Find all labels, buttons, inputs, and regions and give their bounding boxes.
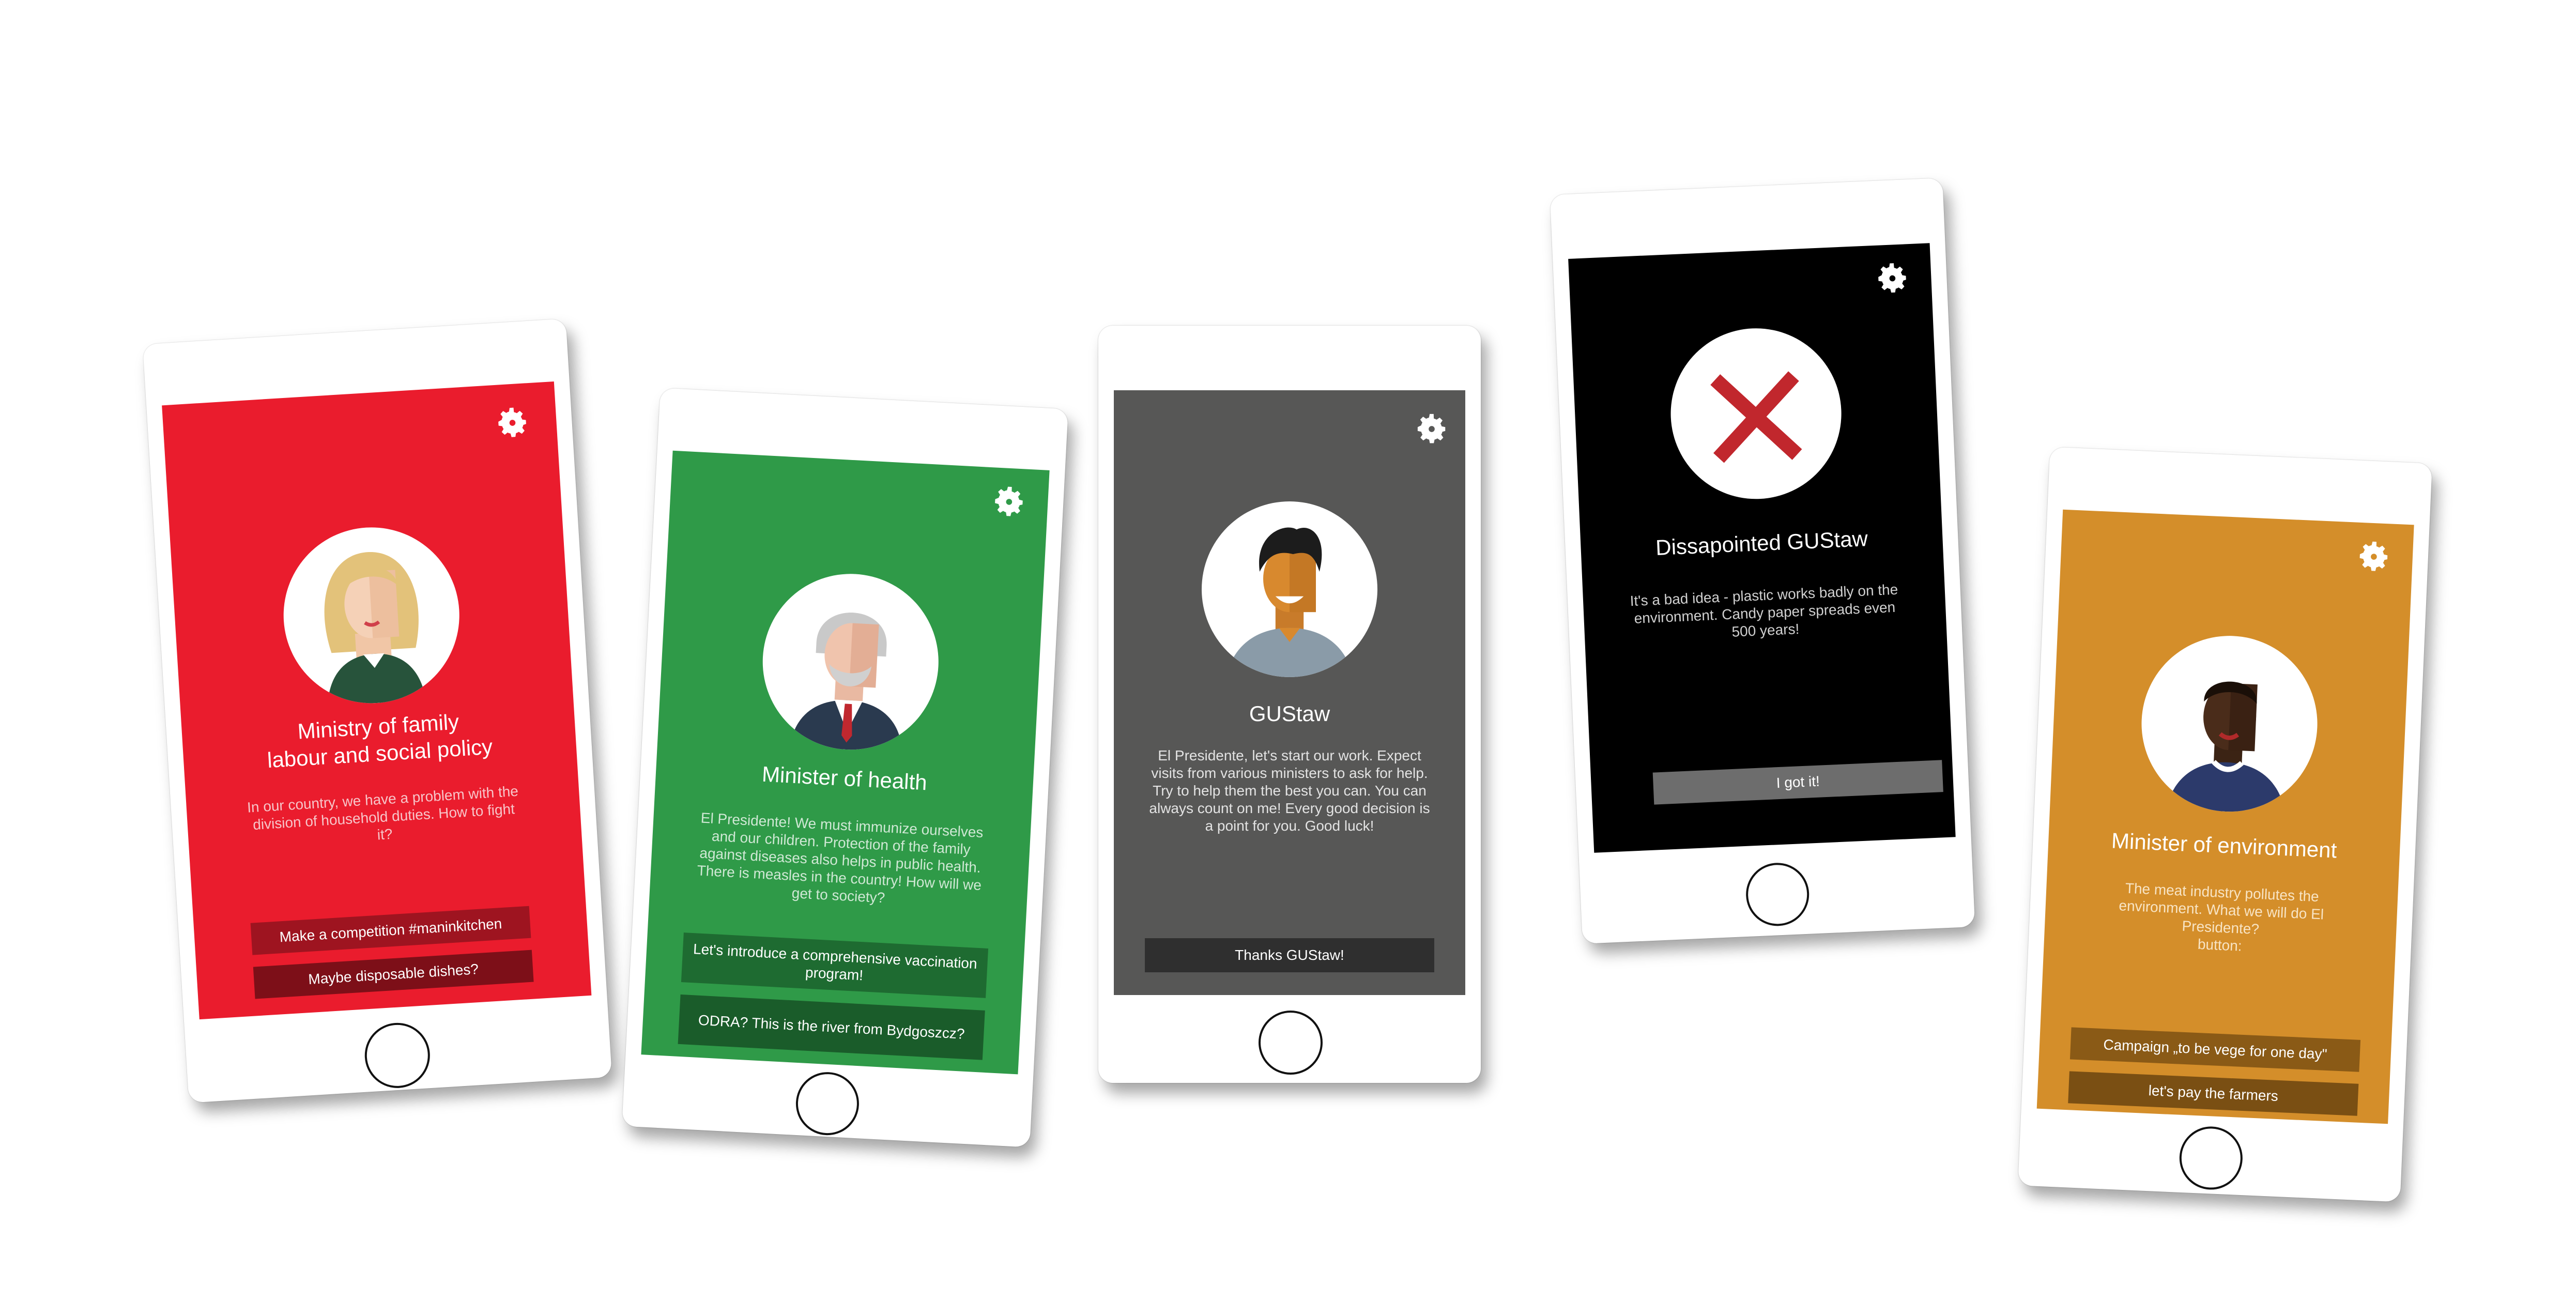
maninkitchen-button[interactable]: Make a competition #maninkitchen: [250, 906, 531, 955]
phone-title: Minister of health: [761, 761, 928, 795]
gear-icon[interactable]: [493, 404, 531, 442]
home-button[interactable]: [1259, 1011, 1323, 1075]
phone-message: In our country, we have a problem with t…: [247, 783, 519, 843]
thanks-gustaw-button[interactable]: Thanks GUStaw!: [1145, 938, 1434, 972]
phone-message: It's a bad idea - plastic works badly on…: [1629, 581, 1898, 640]
gear-icon[interactable]: [2355, 538, 2393, 576]
dark-skinned-man-avatar: [2138, 632, 2321, 816]
screen: Minister of health El Presidente! We mus…: [641, 450, 1050, 1075]
phone-health-ministry: Minister of health El Presidente! We mus…: [622, 388, 1068, 1148]
phone-message: El Presidente! We must immunize ourselve…: [696, 809, 984, 906]
home-button[interactable]: [363, 1021, 432, 1090]
phone-title: Ministry of family labour and social pol…: [266, 709, 494, 773]
phone-environment-ministry: Minister of environment The meat industr…: [2018, 447, 2432, 1202]
gear-icon[interactable]: [990, 483, 1029, 521]
screen: Minister of environment The meat industr…: [2036, 509, 2414, 1124]
gray-haired-man-avatar: [758, 569, 943, 754]
i-got-it-button[interactable]: I got it!: [1652, 760, 1943, 805]
vege-campaign-button[interactable]: Campaign „to be vege for one day": [2069, 1027, 2361, 1072]
phone-message: The meat industry pollutes the environme…: [2118, 880, 2324, 954]
young-man-avatar: [1202, 501, 1377, 677]
phone-title: GUStaw: [1249, 701, 1330, 726]
pay-farmers-button[interactable]: let's pay the farmers: [2068, 1071, 2359, 1116]
phone-message: El Presidente, let's start our work. Exp…: [1149, 747, 1430, 834]
phone-title: Dissapointed GUStaw: [1655, 526, 1868, 560]
gear-icon[interactable]: [1874, 259, 1911, 297]
home-button[interactable]: [2178, 1125, 2244, 1191]
home-button[interactable]: [1744, 861, 1811, 927]
blonde-woman-avatar: [278, 522, 465, 709]
screen: Ministry of family labour and social pol…: [162, 381, 592, 1020]
odra-river-button[interactable]: ODRA? This is the river from Bydgoszcz?: [678, 994, 985, 1060]
red-x-icon: [1667, 325, 1845, 503]
gear-icon[interactable]: [1414, 411, 1450, 447]
screen: Dissapointed GUStaw It's a bad idea - pl…: [1568, 243, 1956, 853]
phone-family-ministry: Ministry of family labour and social pol…: [142, 318, 612, 1103]
screen: GUStaw El Presidente, let's start our wo…: [1114, 390, 1465, 995]
phone-gustaw-intro: GUStaw El Presidente, let's start our wo…: [1098, 326, 1481, 1083]
phone-dissapointed-gustaw: Dissapointed GUStaw It's a bad idea - pl…: [1550, 178, 1975, 944]
home-button[interactable]: [794, 1070, 861, 1137]
disposable-dishes-button[interactable]: Maybe disposable dishes?: [253, 950, 534, 999]
vaccination-program-button[interactable]: Let's introduce a comprehensive vaccinat…: [681, 932, 989, 998]
phone-title: Minister of environment: [2111, 828, 2338, 863]
